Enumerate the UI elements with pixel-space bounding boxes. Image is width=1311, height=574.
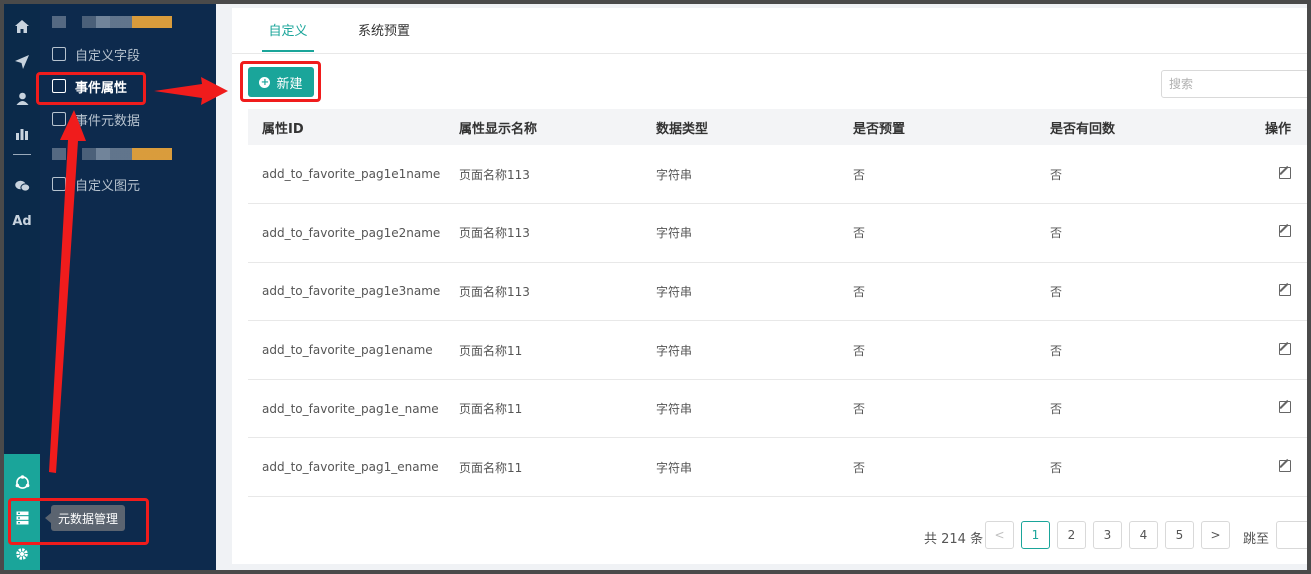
cell-data-type: 字符串: [642, 437, 839, 498]
table-row: add_to_favorite_pag1_ename 页面名称11 字符串否否: [248, 437, 1307, 498]
home-icon[interactable]: [4, 14, 40, 38]
send-icon[interactable]: [4, 50, 40, 74]
cell-has-backfill: 否: [1036, 320, 1233, 380]
table-row: add_to_favorite_pag1e3name 页面名称113 字符串否否: [248, 262, 1307, 322]
cell-display-name: 页面名称113: [445, 203, 642, 263]
cell-preset: 否: [839, 203, 1036, 263]
cell-display-name: 页面名称113: [445, 145, 642, 205]
annotation-box-event-attributes: [36, 72, 146, 105]
cell-preset: 否: [839, 379, 1036, 439]
pagination-page-3[interactable]: 3: [1093, 521, 1122, 549]
list-icon: [52, 112, 66, 126]
cell-preset: 否: [839, 262, 1036, 322]
icon-rail: Ad: [4, 4, 40, 570]
user-icon[interactable]: [4, 86, 40, 110]
cell-actions: [1233, 203, 1307, 263]
wechat-icon[interactable]: [4, 174, 40, 198]
col-has-backfill[interactable]: 是否有回数: [1036, 109, 1233, 145]
cell-display-name: 页面名称11: [445, 379, 642, 439]
cell-attribute-id: add_to_favorite_pag1_ename: [248, 437, 445, 498]
cell-attribute-id: add_to_favorite_pag1e1name: [248, 145, 445, 205]
cell-attribute-id: add_to_favorite_pag1e3name: [248, 262, 445, 322]
cell-preset: 否: [839, 320, 1036, 380]
table-row: add_to_favorite_pag1e_name 页面名称11 字符串否否: [248, 379, 1307, 439]
cell-display-name: 页面名称11: [445, 320, 642, 380]
col-actions: 操作: [1233, 109, 1307, 145]
cell-display-name: 页面名称113: [445, 262, 642, 322]
ad-icon[interactable]: Ad: [4, 209, 40, 233]
pagination-page-5[interactable]: 5: [1165, 521, 1194, 549]
table-header-row: 属性ID 属性显示名称 数据类型 是否预置 是否有回数 操作: [248, 109, 1307, 145]
edit-icon[interactable]: [1279, 225, 1291, 238]
cell-data-type: 字符串: [642, 145, 839, 205]
pagination-total: 共 214 条: [924, 532, 984, 547]
cell-attribute-id: add_to_favorite_pag1e2name: [248, 203, 445, 263]
cell-preset: 否: [839, 437, 1036, 498]
cell-has-backfill: 否: [1036, 262, 1233, 322]
ad-label: Ad: [12, 213, 32, 229]
cell-actions: [1233, 145, 1307, 205]
menu-item-custom-elements[interactable]: 自定义图元: [52, 172, 140, 196]
cell-actions: [1233, 437, 1307, 498]
menu-item-label: 自定义图元: [75, 178, 141, 194]
menu-item-label: 事件元数据: [75, 113, 141, 129]
tab-custom[interactable]: 自定义: [262, 20, 314, 52]
cell-data-type: 字符串: [642, 379, 839, 439]
search-input[interactable]: [1161, 70, 1307, 98]
rail-divider: [13, 154, 31, 155]
pagination-page-2[interactable]: 2: [1057, 521, 1086, 549]
tab-system-preset[interactable]: 系统预置: [358, 20, 410, 52]
pagination-next-button[interactable]: >: [1201, 521, 1230, 549]
edit-icon[interactable]: [1279, 401, 1291, 414]
cell-preset: 否: [839, 145, 1036, 205]
cell-attribute-id: add_to_favorite_pag1e_name: [248, 379, 445, 439]
col-attribute-id[interactable]: 属性ID: [248, 109, 445, 145]
col-preset[interactable]: 是否预置: [839, 109, 1036, 145]
cell-actions: [1233, 262, 1307, 322]
attributes-table: 属性ID 属性显示名称 数据类型 是否预置 是否有回数 操作 add_to_fa…: [248, 109, 1307, 498]
edit-icon[interactable]: [1279, 342, 1291, 355]
cell-has-backfill: 否: [1036, 203, 1233, 263]
edit-icon[interactable]: [1279, 283, 1291, 296]
annotation-box-new-button: [240, 61, 321, 102]
cell-actions: [1233, 320, 1307, 380]
app-window: Ad 自定义字段 事件属性 事件元数据 自定义图元 元数据管理 自定义 系统预置…: [0, 0, 1311, 574]
edit-icon[interactable]: [1279, 166, 1291, 179]
pagination-jump-input[interactable]: [1276, 521, 1307, 549]
cell-has-backfill: 否: [1036, 145, 1233, 205]
cell-actions: [1233, 379, 1307, 439]
table-row: add_to_favorite_pag1e2name 页面名称113 字符串否否: [248, 203, 1307, 263]
cell-attribute-id: add_to_favorite_pag1ename: [248, 320, 445, 380]
blurred-menu-group-title: [52, 148, 172, 160]
edit-icon[interactable]: [1279, 459, 1291, 472]
gear-icon[interactable]: [4, 542, 40, 566]
annotation-box-metadata-menu: [8, 498, 149, 545]
table-row: add_to_favorite_pag1ename 页面名称11 字符串否否: [248, 320, 1307, 380]
menu-item-custom-fields[interactable]: 自定义字段: [52, 42, 140, 66]
form-icon: [52, 47, 66, 61]
main-panel: 自定义 系统预置 + 新建 属性ID 属性显示名称 数据类型 是否预置 是否有回…: [232, 8, 1307, 564]
hub-icon[interactable]: [4, 470, 40, 494]
bar-chart-icon[interactable]: [4, 122, 40, 146]
pagination-prev-button[interactable]: <: [985, 521, 1014, 549]
blurred-menu-group-title: [52, 16, 172, 28]
cell-has-backfill: 否: [1036, 379, 1233, 439]
pagination-page-4[interactable]: 4: [1129, 521, 1158, 549]
cell-data-type: 字符串: [642, 203, 839, 263]
cell-data-type: 字符串: [642, 262, 839, 322]
pagination-page-1[interactable]: 1: [1021, 521, 1050, 549]
cell-display-name: 页面名称11: [445, 437, 642, 498]
col-data-type[interactable]: 数据类型: [642, 109, 839, 145]
tab-bar: 自定义 系统预置: [232, 8, 1307, 54]
cell-has-backfill: 否: [1036, 437, 1233, 498]
menu-item-label: 自定义字段: [75, 48, 141, 64]
cell-data-type: 字符串: [642, 320, 839, 380]
table-row: add_to_favorite_pag1e1name 页面名称113 字符串否否: [248, 145, 1307, 205]
col-display-name[interactable]: 属性显示名称: [445, 109, 642, 145]
cube-icon: [52, 177, 66, 191]
pagination-jump-label: 跳至: [1243, 532, 1270, 547]
menu-item-event-metadata[interactable]: 事件元数据: [52, 107, 140, 131]
